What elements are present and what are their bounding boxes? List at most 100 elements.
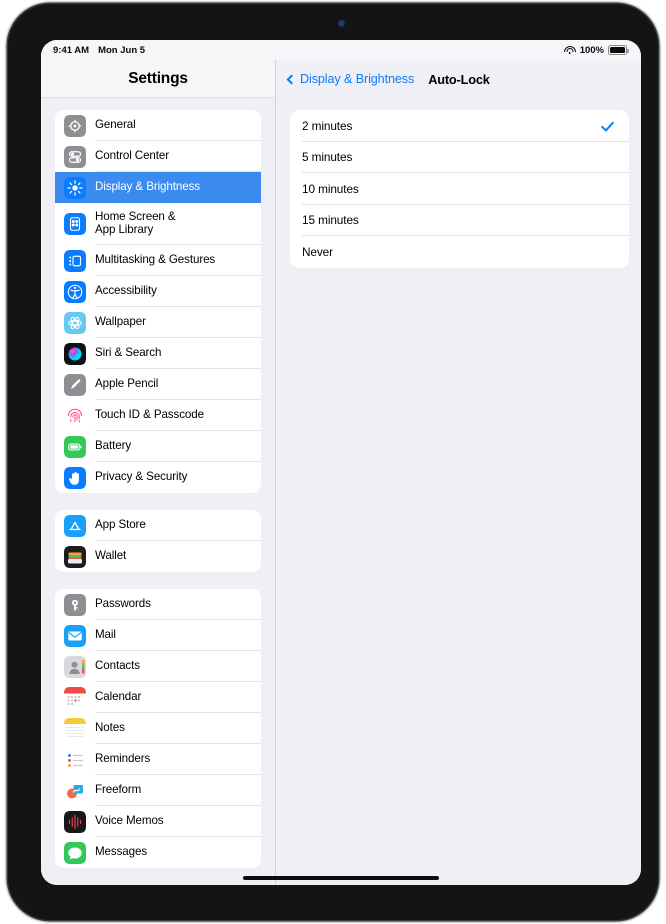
sidebar-item-contacts[interactable]: Contacts	[55, 651, 261, 682]
sidebar-item-label: Contacts	[95, 659, 140, 673]
back-button-label: Display & Brightness	[300, 72, 415, 86]
sidebar-item-multitasking-gestures[interactable]: Multitasking & Gestures	[55, 245, 261, 276]
sidebar-item-siri-search[interactable]: Siri & Search	[55, 338, 261, 369]
sidebar-item-label: Wallet	[95, 549, 127, 563]
status-date: Mon Jun 5	[98, 44, 146, 56]
detail-pane: Display & Brightness Auto-Lock 2 minutes…	[276, 60, 641, 885]
auto-lock-option-15-minutes[interactable]: 15 minutes	[290, 205, 629, 236]
wallet-icon	[64, 545, 86, 568]
sidebar-item-label: Passwords	[95, 597, 151, 611]
sidebar-group: App Store Wallet	[55, 510, 261, 572]
sidebar-item-display-brightness[interactable]: Display & Brightness	[55, 172, 261, 203]
battery-percent-label: 100%	[579, 44, 604, 56]
sidebar-item-wallpaper[interactable]: Wallpaper	[55, 307, 261, 338]
sidebar-item-reminders[interactable]: Reminders	[55, 744, 261, 775]
sidebar-item-label: Calendar	[95, 690, 142, 704]
front-camera-icon	[338, 20, 345, 27]
option-label: 15 minutes	[302, 213, 359, 228]
auto-lock-option-2-minutes[interactable]: 2 minutes	[290, 110, 629, 142]
control-center-icon	[64, 145, 86, 168]
status-time: 9:41 AM	[53, 44, 90, 56]
sidebar-item-battery[interactable]: Battery	[55, 431, 261, 462]
sidebar-item-general[interactable]: General	[55, 110, 261, 141]
sidebar-item-freeform[interactable]: Freeform	[55, 775, 261, 806]
sidebar-item-accessibility[interactable]: Accessibility	[55, 276, 261, 307]
home-indicator[interactable]	[243, 875, 439, 880]
sidebar-item-label: Mail	[95, 628, 116, 642]
app-store-icon	[64, 514, 86, 537]
gear-icon	[64, 114, 86, 137]
sidebar-item-label: Display & Brightness	[95, 180, 200, 194]
sidebar-item-app-store[interactable]: App Store	[55, 510, 261, 541]
apple-pencil-icon	[64, 373, 86, 396]
calendar-icon	[64, 686, 86, 709]
sidebar-item-privacy-security[interactable]: Privacy & Security	[55, 462, 261, 493]
voice-memos-icon	[64, 810, 86, 833]
ipad-screen: 9:41 AM Mon Jun 5 100% Settings General C…	[41, 40, 641, 885]
detail-navigation-bar: Display & Brightness Auto-Lock	[276, 60, 641, 98]
sidebar-scroll-area[interactable]: General Control Center Display & Brightnes…	[41, 98, 275, 885]
auto-lock-option-never[interactable]: Never	[290, 236, 629, 268]
sidebar-item-label: Battery	[95, 439, 132, 453]
messages-icon	[64, 841, 86, 864]
freeform-icon	[64, 779, 86, 802]
sidebar-item-calendar[interactable]: Calendar	[55, 682, 261, 713]
sidebar-item-messages[interactable]: Messages	[55, 837, 261, 868]
home-screen-icon	[64, 213, 86, 235]
sidebar-item-label: Home Screen & App Library	[95, 210, 176, 236]
touch-id-icon	[64, 405, 86, 427]
status-bar: 9:41 AM Mon Jun 5 100%	[41, 40, 641, 60]
contacts-icon	[64, 655, 86, 678]
wifi-icon	[563, 45, 576, 55]
mail-icon	[64, 624, 86, 647]
sidebar-header: Settings	[41, 60, 275, 98]
sidebar-group: General Control Center Display & Brightnes…	[55, 110, 261, 493]
sidebar-item-voice-memos[interactable]: Voice Memos	[55, 806, 261, 837]
sidebar-item-control-center[interactable]: Control Center	[55, 141, 261, 172]
split-view: Settings General Control Center Display & …	[41, 60, 641, 885]
sidebar-item-mail[interactable]: Mail	[55, 620, 261, 651]
back-button[interactable]: Display & Brightness	[286, 72, 415, 86]
sidebar-item-label: Touch ID & Passcode	[95, 408, 204, 422]
sidebar-item-label: Multitasking & Gestures	[95, 253, 216, 267]
sidebar-item-passwords[interactable]: Passwords	[55, 589, 261, 620]
wallpaper-icon	[64, 311, 86, 334]
battery-full-icon	[608, 45, 629, 55]
option-label: Never	[302, 244, 333, 259]
accessibility-icon	[64, 280, 86, 303]
auto-lock-option-10-minutes[interactable]: 10 minutes	[290, 173, 629, 205]
sidebar-item-label: Voice Memos	[95, 814, 164, 828]
status-bar-right: 100%	[563, 44, 629, 56]
sidebar-item-label: Apple Pencil	[95, 377, 159, 391]
battery-icon	[64, 435, 86, 458]
sidebar-item-label: Siri & Search	[95, 346, 162, 360]
sidebar-item-label: Messages	[95, 845, 148, 859]
sidebar-item-home-screen-app-library[interactable]: Home Screen & App Library	[55, 203, 261, 245]
detail-title: Auto-Lock	[428, 71, 490, 87]
checkmark-icon	[602, 120, 614, 132]
notes-icon	[64, 717, 86, 740]
page-title: Settings	[128, 69, 188, 87]
sidebar-item-label: Reminders	[95, 752, 151, 766]
multitasking-icon	[64, 249, 86, 272]
siri-icon	[64, 342, 86, 365]
sidebar-item-label: Control Center	[95, 149, 169, 163]
passwords-key-icon	[64, 593, 86, 616]
sidebar-item-wallet[interactable]: Wallet	[55, 541, 261, 572]
sidebar-item-label: App Store	[95, 518, 146, 532]
chevron-left-icon	[286, 74, 297, 84]
sidebar-item-label: Privacy & Security	[95, 470, 188, 484]
status-bar-left: 9:41 AM Mon Jun 5	[53, 45, 145, 56]
settings-sidebar: Settings General Control Center Display & …	[41, 60, 276, 885]
sidebar-item-label: Freeform	[95, 783, 142, 797]
auto-lock-option-5-minutes[interactable]: 5 minutes	[290, 142, 629, 173]
ipad-device-frame: 9:41 AM Mon Jun 5 100% Settings General C…	[8, 4, 658, 920]
sidebar-item-notes[interactable]: Notes	[55, 713, 261, 744]
sidebar-item-label: Notes	[95, 721, 125, 735]
sidebar-item-label: Accessibility	[95, 284, 157, 298]
option-label: 5 minutes	[302, 150, 353, 165]
auto-lock-option-list: 2 minutes 5 minutes 10 minutes 15 minutes Ne…	[290, 110, 629, 268]
option-label: 2 minutes	[302, 118, 353, 133]
sidebar-item-touch-id-passcode[interactable]: Touch ID & Passcode	[55, 400, 261, 431]
sidebar-item-apple-pencil[interactable]: Apple Pencil	[55, 369, 261, 400]
